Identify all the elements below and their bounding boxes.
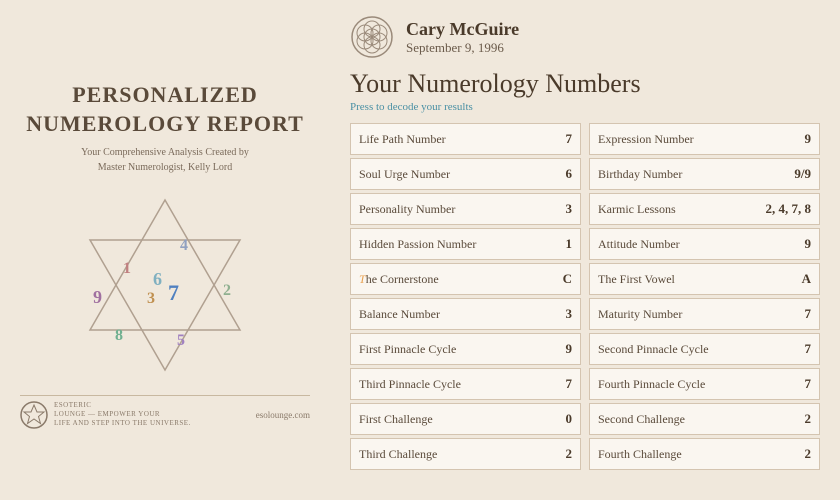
logo: ESOTERIC LOUNGE — EMPOWER YOUR LIFE AND … (20, 401, 191, 429)
table-row[interactable]: Soul Urge Number 6 (350, 158, 581, 190)
table-row[interactable]: Expression Number 9 (589, 123, 820, 155)
left-panel: Personalized Numerology Report Your Comp… (0, 0, 330, 500)
row-value: 7 (787, 376, 811, 392)
table-row[interactable]: Second Pinnacle Cycle 7 (589, 333, 820, 365)
table-row[interactable]: First Pinnacle Cycle 9 (350, 333, 581, 365)
right-panel: Cary McGuire September 9, 1996 Your Nume… (330, 0, 840, 500)
row-value: 2 (787, 446, 811, 462)
table-row[interactable]: Fourth Challenge 2 (589, 438, 820, 470)
table-row[interactable]: The First Vowel A (589, 263, 820, 295)
table-row[interactable]: Karmic Lessons 2, 4, 7, 8 (589, 193, 820, 225)
svg-text:2: 2 (223, 282, 231, 299)
row-value: 7 (787, 341, 811, 357)
right-column: Expression Number 9 Birthday Number 9/9 Karm… (589, 123, 820, 470)
table-row[interactable]: Life Path Number 7 (350, 123, 581, 155)
table-row[interactable]: Third Challenge 2 (350, 438, 581, 470)
table-row[interactable]: Fourth Pinnacle Cycle 7 (589, 368, 820, 400)
row-label: Life Path Number (359, 132, 446, 147)
row-label: Soul Urge Number (359, 167, 450, 182)
row-label: First Pinnacle Cycle (359, 342, 456, 357)
svg-text:4: 4 (180, 237, 188, 254)
row-value: 9 (787, 236, 811, 252)
row-value: 2, 4, 7, 8 (766, 201, 812, 217)
table-row[interactable]: Balance Number 3 (350, 298, 581, 330)
svg-text:6: 6 (153, 269, 162, 289)
row-value: 2 (548, 446, 572, 462)
row-label: Second Challenge (598, 412, 685, 427)
row-value: 6 (548, 166, 572, 182)
svg-text:9: 9 (93, 287, 102, 307)
row-value: 3 (548, 201, 572, 217)
row-value: 2 (787, 411, 811, 427)
left-column: Life Path Number 7 Soul Urge Number 6 Person… (350, 123, 581, 470)
profile-date: September 9, 1996 (406, 40, 519, 56)
svg-text:5: 5 (177, 332, 185, 349)
table-row[interactable]: Personality Number 3 (350, 193, 581, 225)
row-value: C (548, 271, 572, 287)
row-label: The First Vowel (598, 272, 675, 287)
row-value: 0 (548, 411, 572, 427)
table-row[interactable]: Maturity Number 7 (589, 298, 820, 330)
row-value: 1 (548, 236, 572, 252)
profile-name: Cary McGuire (406, 19, 519, 40)
profile-header: Cary McGuire September 9, 1996 (350, 15, 820, 59)
row-label: First Challenge (359, 412, 433, 427)
row-label: Hidden Passion Number (359, 237, 476, 252)
table-row[interactable]: Attitude Number 9 (589, 228, 820, 260)
row-value: 3 (548, 306, 572, 322)
row-label: Fourth Pinnacle Cycle (598, 377, 705, 392)
row-label: The Cornerstone (359, 272, 439, 287)
row-label: Expression Number (598, 132, 694, 147)
svg-text:3: 3 (147, 290, 155, 307)
profile-icon (350, 15, 394, 59)
row-value: A (787, 271, 811, 287)
row-value: 9 (787, 131, 811, 147)
row-label: Karmic Lessons (598, 202, 676, 217)
row-label: Maturity Number (598, 307, 682, 322)
report-subtitle: Your Comprehensive Analysis Created by M… (81, 145, 249, 175)
table-row[interactable]: Hidden Passion Number 1 (350, 228, 581, 260)
row-value: 9/9 (787, 166, 811, 182)
svg-text:8: 8 (115, 327, 123, 344)
row-value: 9 (548, 341, 572, 357)
row-value: 7 (548, 131, 572, 147)
row-label: Attitude Number (598, 237, 680, 252)
star-graphic: 1 2 3 4 5 6 7 8 9 (65, 185, 265, 385)
table-row[interactable]: First Challenge 0 (350, 403, 581, 435)
table-row[interactable]: Second Challenge 2 (589, 403, 820, 435)
row-label: Personality Number (359, 202, 455, 217)
row-label: Third Challenge (359, 447, 437, 462)
footer-url: esolounge.com (256, 410, 310, 420)
section-subtitle: Press to decode your results (350, 101, 820, 113)
row-value: 7 (548, 376, 572, 392)
row-label: Second Pinnacle Cycle (598, 342, 709, 357)
logo-text: ESOTERIC LOUNGE — EMPOWER YOUR LIFE AND … (54, 401, 191, 428)
table-row[interactable]: Birthday Number 9/9 (589, 158, 820, 190)
report-title: Personalized Numerology Report (26, 81, 304, 138)
table-row[interactable]: Third Pinnacle Cycle 7 (350, 368, 581, 400)
numbers-grid: Life Path Number 7 Soul Urge Number 6 Person… (350, 123, 820, 470)
svg-text:7: 7 (168, 280, 179, 305)
logo-icon (20, 401, 48, 429)
row-value: 7 (787, 306, 811, 322)
row-label: Balance Number (359, 307, 440, 322)
svg-text:1: 1 (123, 260, 131, 277)
section-title: Your Numerology Numbers (350, 69, 820, 99)
row-label: Birthday Number (598, 167, 682, 182)
row-label: Fourth Challenge (598, 447, 682, 462)
row-label: Third Pinnacle Cycle (359, 377, 461, 392)
table-row[interactable]: The Cornerstone C (350, 263, 581, 295)
footer: ESOTERIC LOUNGE — EMPOWER YOUR LIFE AND … (20, 395, 310, 429)
profile-info: Cary McGuire September 9, 1996 (406, 19, 519, 56)
